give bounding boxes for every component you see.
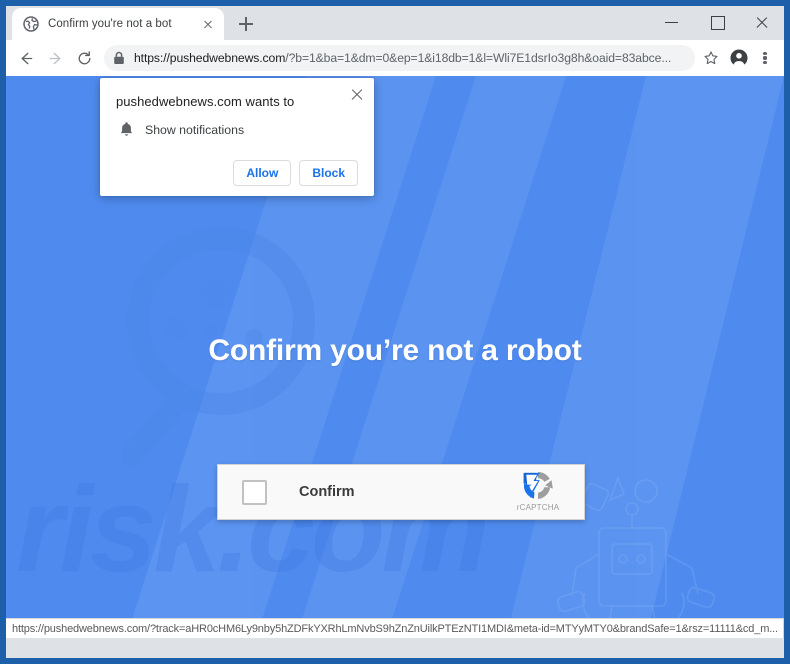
close-window-button[interactable] <box>739 6 784 38</box>
reload-button[interactable] <box>70 44 99 73</box>
recaptcha-arrows-icon <box>523 471 553 499</box>
status-bar-url: https://pushedwebnews.com/?track=aHR0cHM… <box>12 622 777 635</box>
star-icon <box>704 51 718 65</box>
tab-title: Confirm you're not a bot <box>48 18 172 30</box>
page-viewport: risk.com pushedwebnews.com wants to Show… <box>6 76 784 638</box>
browser-window: Confirm you're not a bot https://pushedw… <box>6 6 784 658</box>
allow-button[interactable]: Allow <box>233 160 292 186</box>
block-button[interactable]: Block <box>299 160 358 186</box>
globe-icon <box>23 16 39 32</box>
status-bar: https://pushedwebnews.com/?track=aHR0cHM… <box>6 618 784 638</box>
profile-button[interactable] <box>725 44 753 72</box>
browser-toolbar: https://pushedwebnews.com/?b=1&ba=1&dm=0… <box>6 40 784 76</box>
bell-icon <box>120 122 133 136</box>
tab-close-icon[interactable] <box>200 16 216 32</box>
address-bar-host: https://pushedwebnews.com <box>134 51 286 65</box>
captcha-brand-name: rCAPTCHA <box>516 502 560 512</box>
bookmark-button[interactable] <box>697 44 725 72</box>
dialog-title: pushedwebnews.com wants to <box>116 94 295 109</box>
dialog-close-icon[interactable] <box>349 86 365 102</box>
chrome-menu-button[interactable] <box>753 44 777 72</box>
site-security-indicator[interactable] <box>108 47 130 69</box>
permission-request-label: Show notifications <box>145 122 245 137</box>
window-controls <box>649 6 784 38</box>
notification-permission-dialog: pushedwebnews.com wants to Show notifica… <box>100 78 374 196</box>
captcha-widget[interactable]: Confirm rCAPTCHA <box>217 464 585 520</box>
lock-icon <box>114 51 124 64</box>
permission-request-row: Show notifications <box>116 121 358 138</box>
minimize-button[interactable] <box>649 6 694 38</box>
maximize-button[interactable] <box>694 6 739 38</box>
reload-icon <box>78 50 91 64</box>
arrow-right-icon <box>49 52 61 64</box>
forward-button[interactable] <box>41 44 70 73</box>
captcha-branding: rCAPTCHA <box>502 469 574 512</box>
captcha-label: Confirm <box>299 484 355 500</box>
account-avatar-icon <box>730 49 748 67</box>
browser-window-frame: Confirm you're not a bot https://pushedw… <box>0 0 790 664</box>
back-button[interactable] <box>12 44 41 73</box>
captcha-checkbox[interactable] <box>242 479 267 505</box>
address-bar-url: https://pushedwebnews.com/?b=1&ba=1&dm=0… <box>130 51 671 65</box>
browser-tab[interactable]: Confirm you're not a bot <box>12 8 224 40</box>
tab-strip: Confirm you're not a bot <box>6 6 784 40</box>
dialog-actions: Allow Block <box>116 160 358 186</box>
new-tab-button[interactable] <box>232 10 260 38</box>
arrow-left-icon <box>21 52 33 64</box>
address-bar[interactable]: https://pushedwebnews.com/?b=1&ba=1&dm=0… <box>104 45 695 71</box>
address-bar-query: /?b=1&ba=1&dm=0&ep=1&i18db=1&l=Wli7E1dsr… <box>285 51 672 65</box>
kebab-menu-icon <box>763 51 767 66</box>
page-headline: Confirm you’re not a robot <box>208 334 582 367</box>
